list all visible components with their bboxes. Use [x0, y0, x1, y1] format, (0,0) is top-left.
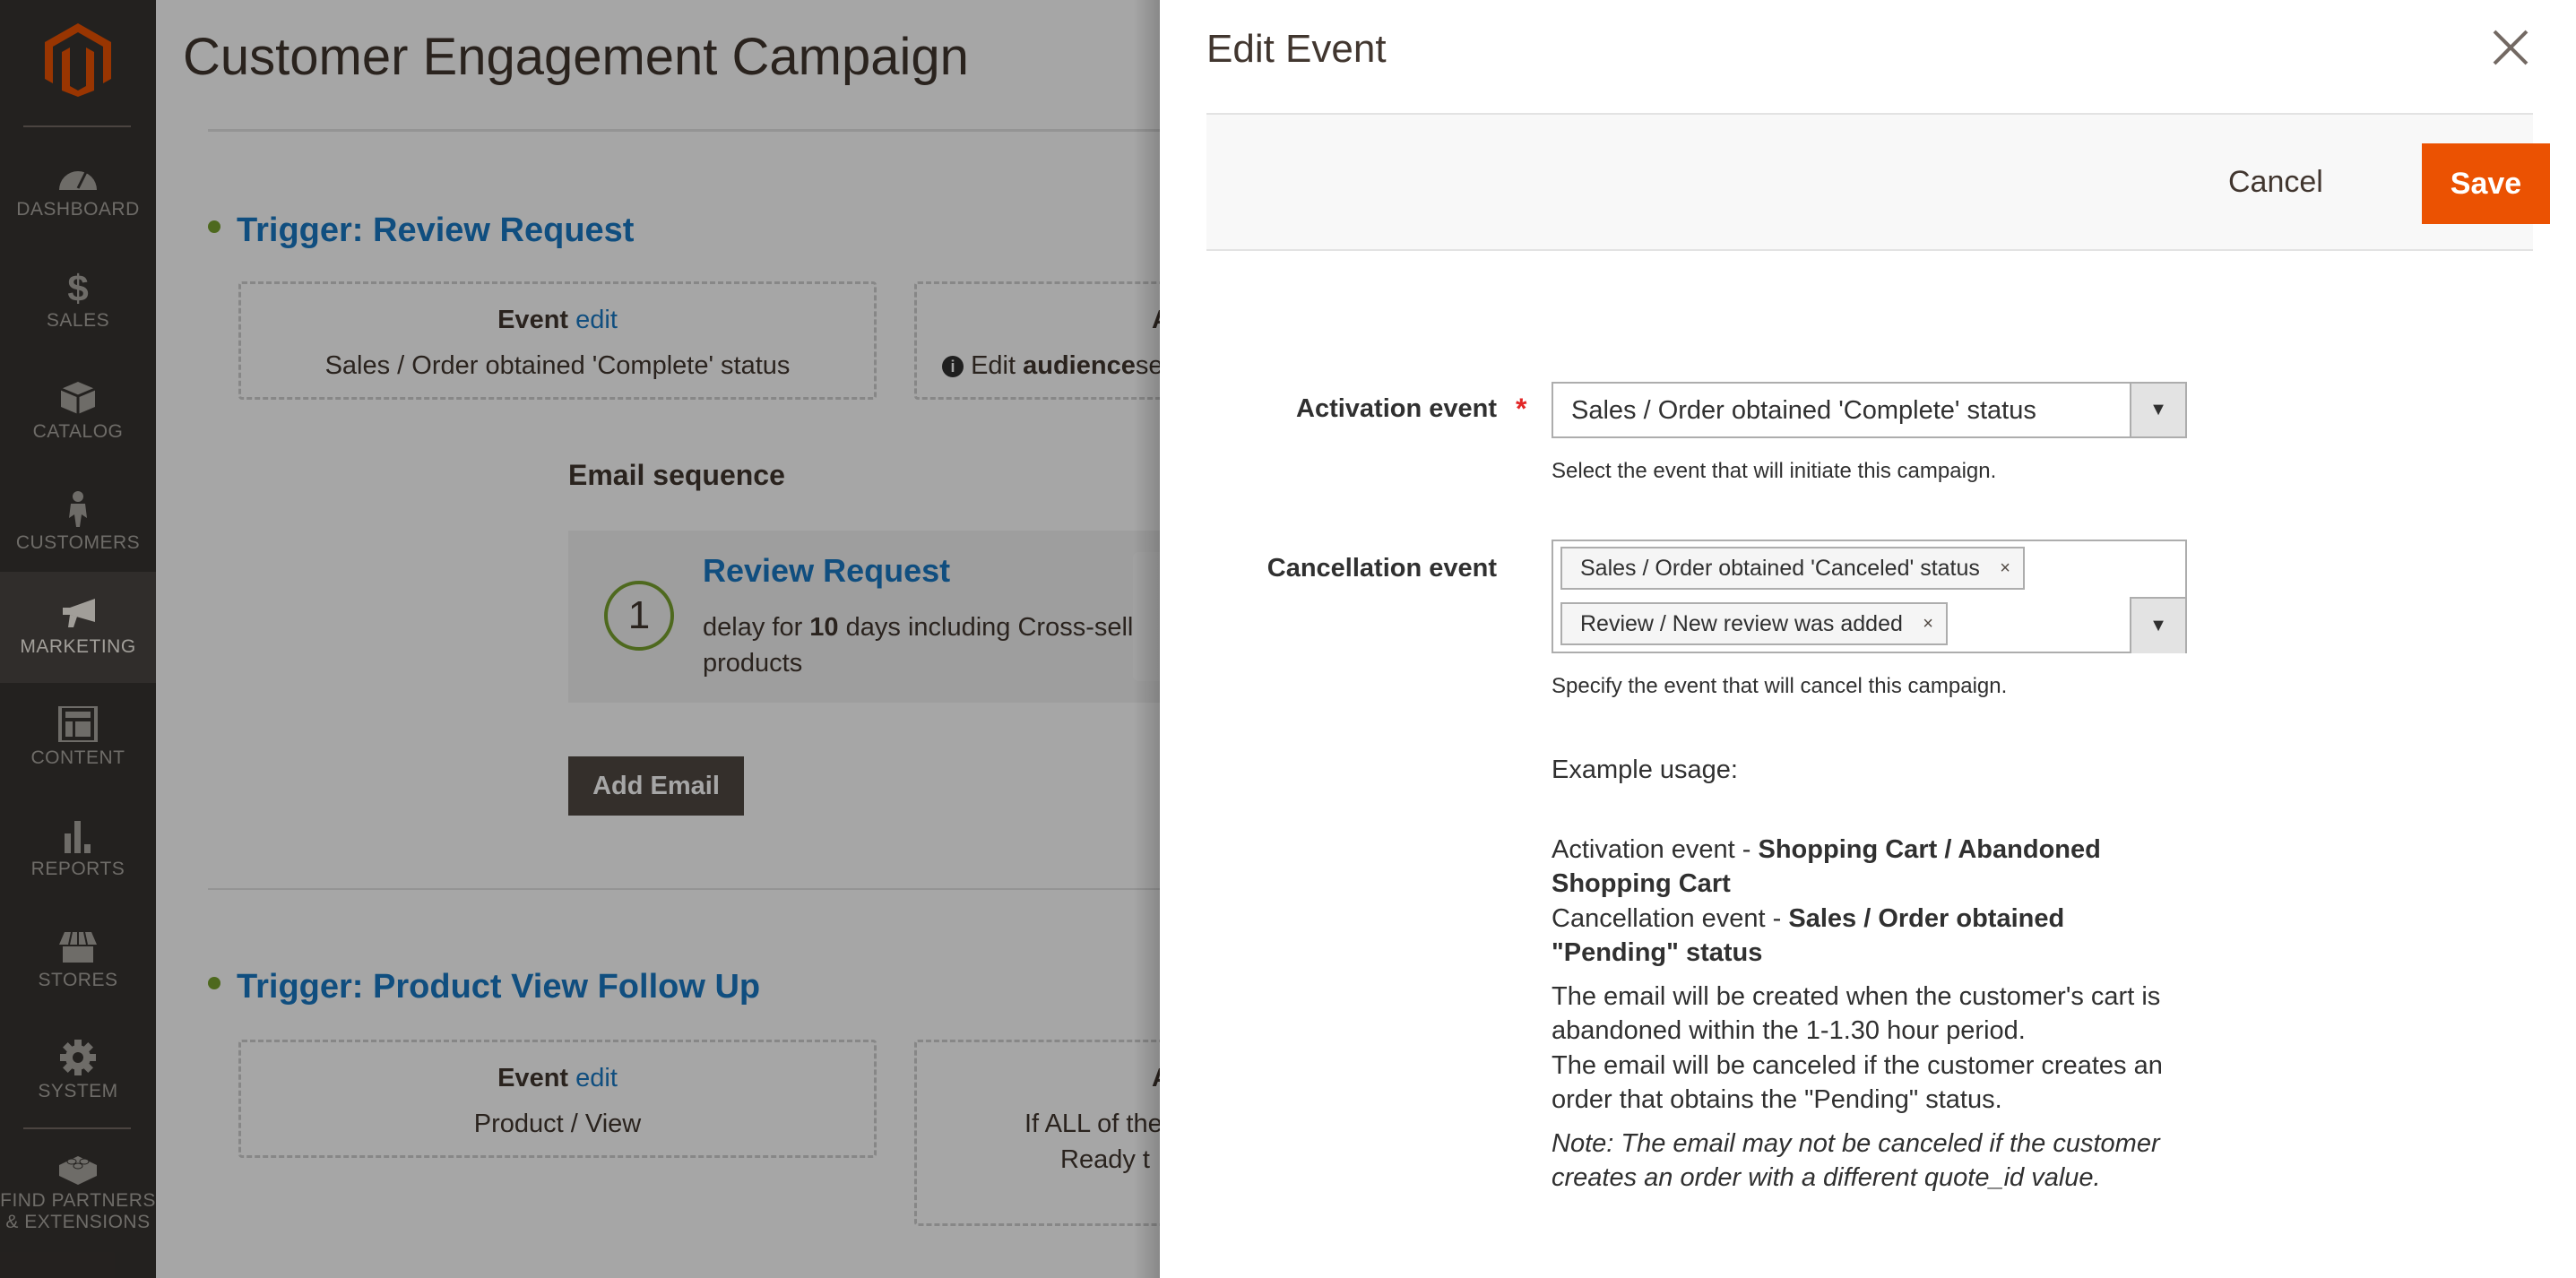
required-asterisk: * [1516, 393, 1527, 425]
activation-event-value: Sales / Order obtained 'Complete' status [1571, 396, 2036, 425]
remove-chip-icon[interactable]: × [1923, 604, 1933, 643]
activation-event-select[interactable]: Sales / Order obtained 'Complete' status… [1552, 382, 2187, 438]
example-cancellation: Cancellation event - Sales / Order obtai… [1552, 903, 2065, 968]
activation-event-label: Activation event [1296, 394, 1497, 423]
example-usage: Example usage: Activation event - Shoppi… [1552, 753, 2197, 1196]
panel-title: Edit Event [1206, 27, 1387, 71]
activation-event-note: Select the event that will initiate this… [1552, 459, 1997, 483]
chip-label: Sales / Order obtained 'Canceled' status [1580, 556, 1980, 581]
edit-event-panel: Edit Event Cancel Save Activation event … [1160, 0, 2576, 1278]
example-note: Note: The email may not be canceled if t… [1552, 1128, 2160, 1193]
selected-chip: Review / New review was added × [1560, 602, 1948, 645]
dropdown-arrow-icon[interactable]: ▼ [2130, 597, 2185, 653]
dropdown-arrow-icon[interactable]: ▼ [2130, 384, 2185, 436]
cancel-button[interactable]: Cancel [2210, 152, 2341, 212]
cancellation-event-multiselect[interactable]: Sales / Order obtained 'Canceled' status… [1552, 540, 2187, 653]
cancellation-event-label: Cancellation event [1266, 554, 1497, 583]
save-button[interactable]: Save [2422, 143, 2550, 224]
example-description: The email will be created when the custo… [1552, 981, 2161, 1046]
example-description: The email will be canceled if the custom… [1552, 1050, 2163, 1115]
panel-shadow [1133, 0, 1160, 1278]
remove-chip-icon[interactable]: × [2000, 548, 2010, 588]
close-icon[interactable] [2488, 25, 2533, 70]
selected-chip: Sales / Order obtained 'Canceled' status… [1560, 547, 2025, 590]
example-heading: Example usage: [1552, 756, 1738, 784]
panel-actions-bar: Cancel Save [1206, 113, 2550, 251]
example-activation: Activation event - Shopping Cart / Aband… [1552, 834, 2101, 899]
modal-overlay[interactable] [0, 0, 1160, 1278]
chip-label: Review / New review was added [1580, 611, 1903, 636]
cancellation-event-note: Specify the event that will cancel this … [1552, 674, 2008, 698]
